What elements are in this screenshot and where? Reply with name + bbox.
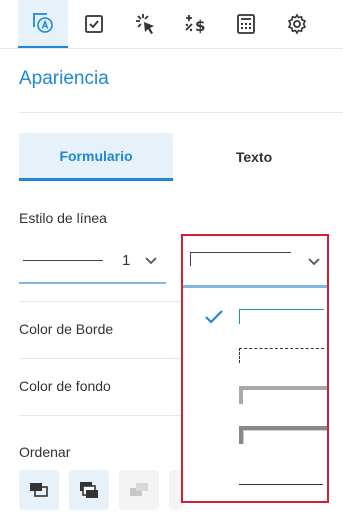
fill-color-label: Color de fondo [19, 378, 111, 394]
calculation-icon: $ [185, 15, 205, 35]
appearance-tabs: Formulario Texto [19, 133, 331, 181]
send-to-back-button[interactable] [69, 470, 109, 510]
calculation-tab-button[interactable]: $ [170, 0, 220, 48]
divider [19, 112, 343, 113]
line-style-option-beveled[interactable] [183, 378, 327, 418]
action-tab-button[interactable] [120, 0, 170, 48]
line-style-option-solid[interactable] [183, 298, 327, 338]
inset-line-sample [239, 426, 327, 444]
divider [19, 415, 181, 416]
chevron-down-icon [308, 258, 320, 266]
dropdown-focus-bar [183, 285, 327, 288]
panel-title: Apariencia [19, 68, 109, 89]
bring-forward-button[interactable] [119, 470, 159, 510]
calculator-tab-button[interactable] [221, 0, 271, 48]
appearance-icon [33, 13, 53, 33]
line-style-preview [190, 252, 291, 266]
validation-icon [85, 15, 103, 33]
calculator-icon [237, 14, 255, 34]
beveled-line-sample [239, 386, 327, 404]
validation-tab-button[interactable] [69, 0, 119, 48]
line-style-label: Estilo de línea [19, 210, 107, 226]
line-width-select[interactable]: 1 [19, 238, 166, 284]
divider [19, 358, 181, 359]
border-color-label: Color de Borde [19, 321, 114, 337]
tab-formulario[interactable]: Formulario [19, 133, 173, 181]
line-width-preview [23, 260, 103, 261]
chevron-down-icon [145, 257, 157, 265]
action-icon [136, 14, 154, 34]
line-style-select[interactable] [182, 235, 329, 287]
send-to-back-icon [80, 482, 98, 498]
line-style-option-inset[interactable] [183, 418, 327, 458]
solid-line-sample [239, 309, 324, 324]
svg-text:$: $ [195, 17, 205, 35]
line-width-value: 1 [122, 252, 131, 269]
bring-to-front-button[interactable] [19, 470, 59, 510]
line-style-option-dashed[interactable] [183, 338, 327, 378]
checkmark-icon [205, 310, 223, 324]
appearance-tab-button[interactable] [18, 0, 68, 48]
tab-texto[interactable]: Texto [177, 133, 331, 181]
order-label: Ordenar [19, 444, 71, 460]
underline-line-sample [239, 484, 323, 485]
line-style-dropdown[interactable] [181, 234, 329, 503]
settings-icon [287, 13, 307, 35]
bring-to-front-icon [30, 483, 48, 497]
dashed-line-sample [239, 348, 324, 363]
bring-forward-icon [130, 483, 148, 496]
settings-tab-button[interactable] [272, 0, 322, 48]
top-toolbar: $ [0, 0, 343, 49]
divider [19, 301, 181, 302]
line-style-option-underline[interactable] [183, 458, 327, 498]
